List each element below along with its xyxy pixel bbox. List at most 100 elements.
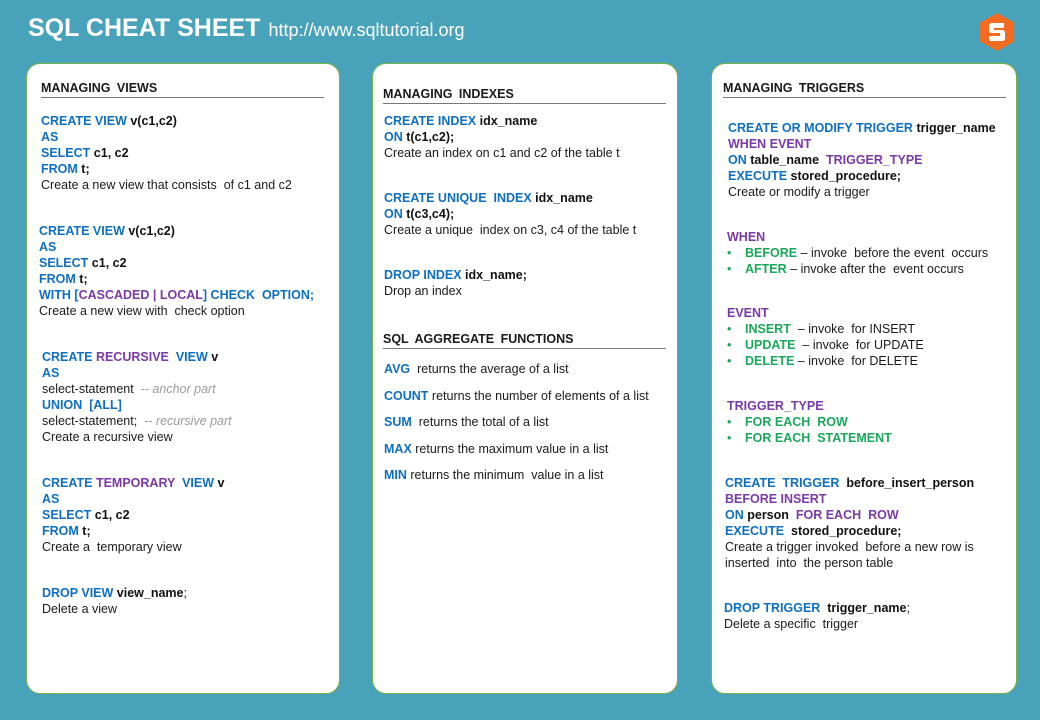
sql-option: BEFORE INSERT xyxy=(725,492,827,506)
code-block: WHEN • BEFORE – invoke before the event oc… xyxy=(727,229,988,277)
sql-keyword: AS xyxy=(42,492,60,506)
sql-option: FOR EACH ROW xyxy=(795,508,899,522)
function-name: MIN xyxy=(384,468,407,482)
function-name: COUNT xyxy=(384,388,429,403)
code-block: DROP VIEW view_name; Delete a view xyxy=(42,585,187,617)
function-description: returns the total of a list xyxy=(411,415,549,429)
sql-identifier: idx_name xyxy=(535,191,593,205)
sql-option-value: UPDATE xyxy=(745,338,796,352)
description-text: ; xyxy=(906,601,910,615)
sql-keyword: ON xyxy=(728,153,751,167)
sql-keyword: AS xyxy=(42,366,60,380)
bullet-icon: • xyxy=(727,262,732,276)
sql-identifier: view_name xyxy=(116,586,184,600)
code-line: • FOR EACH STATEMENT xyxy=(727,430,892,446)
sql-option: TRIGGER_TYPE xyxy=(727,399,824,413)
sql-identifier: t; xyxy=(81,162,90,176)
code-line: Create a temporary view xyxy=(42,539,224,555)
sql-identifier: table_name xyxy=(750,153,826,167)
code-line: select-statement; -- recursive part xyxy=(42,413,232,429)
sql-option-value: FOR EACH ROW xyxy=(745,415,848,429)
code-line: AS xyxy=(42,491,224,507)
code-line: ON t(c3,c4); xyxy=(384,206,636,222)
code-line: DROP INDEX idx_name; xyxy=(384,267,527,283)
description-text: Delete a view xyxy=(42,602,118,616)
code-line: inserted into the person table xyxy=(725,555,974,571)
sql-keyword: FROM xyxy=(39,272,80,286)
code-line: • UPDATE – invoke for UPDATE xyxy=(727,337,924,353)
bullet-icon: • xyxy=(727,415,732,429)
code-line: Create a unique index on c3, c4 of the t… xyxy=(384,222,636,238)
sql-keyword: AS xyxy=(41,130,59,144)
section-title-triggers: MANAGING TRIGGERS xyxy=(723,81,1006,98)
code-line: CREATE TEMPORARY VIEW v xyxy=(42,475,224,491)
sql-option-value: DELETE xyxy=(745,354,795,368)
code-line: • BEFORE – invoke before the event occurs xyxy=(727,245,988,261)
sql-option-value: BEFORE xyxy=(745,246,798,260)
code-line: Delete a specific trigger xyxy=(724,616,910,632)
sql-identifier: t(c3,c4); xyxy=(406,207,455,221)
description-text: – invoke for UPDATE xyxy=(795,338,924,352)
code-line: TRIGGER_TYPE xyxy=(727,398,892,414)
description-text: Create a unique index on c3, c4 of the t… xyxy=(384,223,637,237)
code-line: BEFORE INSERT xyxy=(725,491,974,507)
sql-keyword: WITH [ xyxy=(39,288,79,302)
sql-identifier: trigger_name xyxy=(916,121,996,135)
code-line: SELECT c1, c2 xyxy=(41,145,292,161)
sql-keyword: SELECT xyxy=(39,256,92,270)
sql-option: RECURSIVE xyxy=(95,350,173,364)
code-line: Create or modify a trigger xyxy=(728,184,996,200)
code-line: SELECT c1, c2 xyxy=(39,255,314,271)
aggregate-function-item: AVG returns the average of a list xyxy=(384,362,569,376)
code-block: TRIGGER_TYPE • FOR EACH ROW • FOR EACH STATE… xyxy=(727,398,892,446)
code-line: CREATE INDEX idx_name xyxy=(384,113,620,129)
sqltutorial-logo-icon[interactable] xyxy=(980,13,1014,51)
sql-identifier: idx_name; xyxy=(465,268,527,282)
code-line: CREATE RECURSIVE VIEW v xyxy=(42,349,232,365)
sql-keyword: FROM xyxy=(41,162,82,176)
description-text: Create or modify a trigger xyxy=(728,185,870,199)
description-text: Create a new view that consists of c1 an… xyxy=(41,178,292,192)
code-block: CREATE TRIGGER before_insert_person BEFOR… xyxy=(725,475,974,571)
sql-identifier: trigger_name xyxy=(827,601,907,615)
sql-keyword: SELECT xyxy=(41,146,94,160)
code-line: • INSERT – invoke for INSERT xyxy=(727,321,924,337)
sql-keyword: CREATE xyxy=(42,350,96,364)
function-name: SUM xyxy=(384,415,412,429)
code-line: CREATE VIEW v(c1,c2) xyxy=(39,223,314,239)
site-url[interactable]: http://www.sqltutorial.org xyxy=(268,20,464,41)
code-block: CREATE INDEX idx_name ON t(c1,c2); Create … xyxy=(384,113,620,161)
function-description: returns the average of a list xyxy=(410,362,569,376)
description-text: select-statement xyxy=(42,382,141,396)
code-line: FROM t; xyxy=(41,161,292,177)
code-line: EXECUTE stored_procedure; xyxy=(728,168,996,184)
aggregate-function-item: COUNT returns the number of elements of … xyxy=(384,389,649,403)
sql-identifier: stored_procedure; xyxy=(791,524,902,538)
code-line: • DELETE – invoke for DELETE xyxy=(727,353,924,369)
code-line: FROM t; xyxy=(39,271,314,287)
sql-keyword: AS xyxy=(39,240,57,254)
code-line: CREATE OR MODIFY TRIGGER trigger_name xyxy=(728,120,996,136)
function-description: returns the minimum value in a list xyxy=(406,468,604,482)
sql-option-value: FOR EACH STATEMENT xyxy=(745,431,892,445)
description-text: – invoke for INSERT xyxy=(790,322,915,336)
logo-s-glyph xyxy=(989,23,1005,41)
description-text: ; xyxy=(183,586,187,600)
function-name: AVG xyxy=(384,362,411,376)
description-text: – invoke before the event occurs xyxy=(797,246,989,260)
sql-keyword: DROP VIEW xyxy=(42,586,117,600)
managing-indexes-card: MANAGING INDEXES CREATE INDEX idx_name ON… xyxy=(372,63,678,694)
sql-keyword: ON xyxy=(384,207,407,221)
sql-keyword: ] CHECK OPTION; xyxy=(202,288,315,302)
sql-option: CASCADED | LOCAL xyxy=(78,288,203,302)
code-block: CREATE VIEW v(c1,c2) AS SELECT c1, c2 FROM … xyxy=(39,223,314,319)
code-line: WITH [CASCADED | LOCAL] CHECK OPTION; xyxy=(39,287,314,303)
sql-option: WHEN EVENT xyxy=(728,137,812,151)
sql-identifier: idx_name xyxy=(479,114,538,128)
code-line: UNION [ALL] xyxy=(42,397,232,413)
code-block: DROP TRIGGER trigger_name; Delete a speci… xyxy=(724,600,910,632)
code-line: EVENT xyxy=(727,305,924,321)
bullet-icon: • xyxy=(727,322,732,336)
code-line: DROP VIEW view_name; xyxy=(42,585,187,601)
sql-identifier: c1, c2 xyxy=(94,508,130,522)
